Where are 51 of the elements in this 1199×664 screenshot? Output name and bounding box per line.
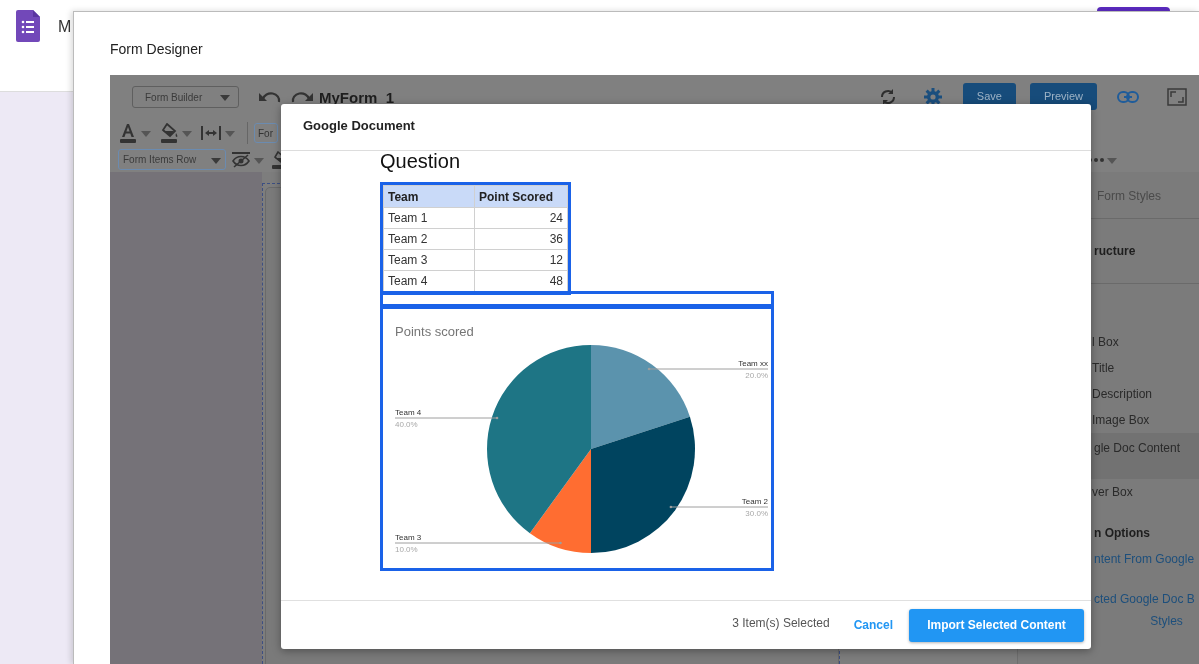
chart-title: Points scored — [395, 324, 474, 339]
caret-icon[interactable] — [182, 131, 192, 137]
window-title: Form Designer — [109, 40, 203, 59]
caret-icon[interactable] — [211, 157, 221, 164]
cancel-button[interactable]: Cancel — [851, 618, 895, 632]
table-cell: Team 1 — [383, 207, 475, 229]
undo-icon[interactable] — [259, 90, 281, 104]
slice-label: Team 2 — [741, 497, 768, 506]
redo-icon[interactable] — [291, 90, 313, 104]
column-header: Point Scored — [474, 185, 568, 208]
selection-count: 3 Item(s) Selected — [732, 616, 830, 630]
options-heading: n Options — [1093, 525, 1151, 542]
table-cell: Team 2 — [383, 228, 475, 250]
fullscreen-icon[interactable] — [1167, 88, 1187, 106]
mode-dropdown[interactable]: Form Builder — [132, 86, 239, 108]
table-cell: Team 4 — [383, 270, 475, 292]
percent-label: 10.0% — [395, 545, 418, 554]
empty-paragraph[interactable] — [380, 291, 774, 307]
table-cell: Team 3 — [383, 249, 475, 271]
caret-icon[interactable] — [225, 131, 235, 137]
layout-dropdown[interactable]: Form Items Row — [118, 149, 226, 170]
app-title: M — [58, 18, 72, 36]
slice-label: Team 4 — [395, 408, 422, 417]
slice-label: Team 3 — [395, 533, 422, 542]
fill-color-icon[interactable] — [159, 123, 179, 143]
header-button[interactable] — [1097, 7, 1170, 11]
form-name: MyForm_1 — [319, 88, 395, 106]
percent-label: 40.0% — [395, 420, 418, 429]
hidden-icon[interactable] — [231, 151, 251, 168]
caret-icon[interactable] — [1107, 157, 1117, 164]
caret-icon[interactable] — [254, 157, 264, 164]
document-table[interactable]: Team Point Scored Team 1 24 Team 2 36 Team 3 12 Team 4 48 — [380, 182, 571, 295]
table-cell: 24 — [474, 207, 568, 229]
document-chart[interactable]: Points scored Team xx 20.0% Team 2 30.0% Team 3 10.0% Team 4 40.0% — [380, 306, 774, 571]
text-color-icon[interactable] — [118, 123, 138, 143]
caret-icon[interactable] — [141, 131, 151, 137]
font-dropdown[interactable]: For — [254, 123, 278, 143]
width-icon[interactable] — [200, 125, 222, 141]
table-cell: 36 — [474, 228, 568, 250]
table-cell: 12 — [474, 249, 568, 271]
import-button[interactable]: Import Selected Content — [909, 608, 1084, 642]
percent-label: 30.0% — [745, 509, 768, 518]
link-icon[interactable] — [1117, 91, 1139, 103]
dialog-title: Google Document — [281, 104, 1091, 151]
percent-label: 20.0% — [745, 371, 768, 380]
sync-icon[interactable] — [878, 88, 897, 106]
document-heading[interactable]: Question — [380, 150, 461, 172]
slice-label: Team xx — [738, 359, 768, 368]
caret-icon[interactable] — [220, 95, 230, 101]
forms-icon[interactable] — [16, 10, 40, 42]
column-header: Team — [383, 185, 475, 208]
